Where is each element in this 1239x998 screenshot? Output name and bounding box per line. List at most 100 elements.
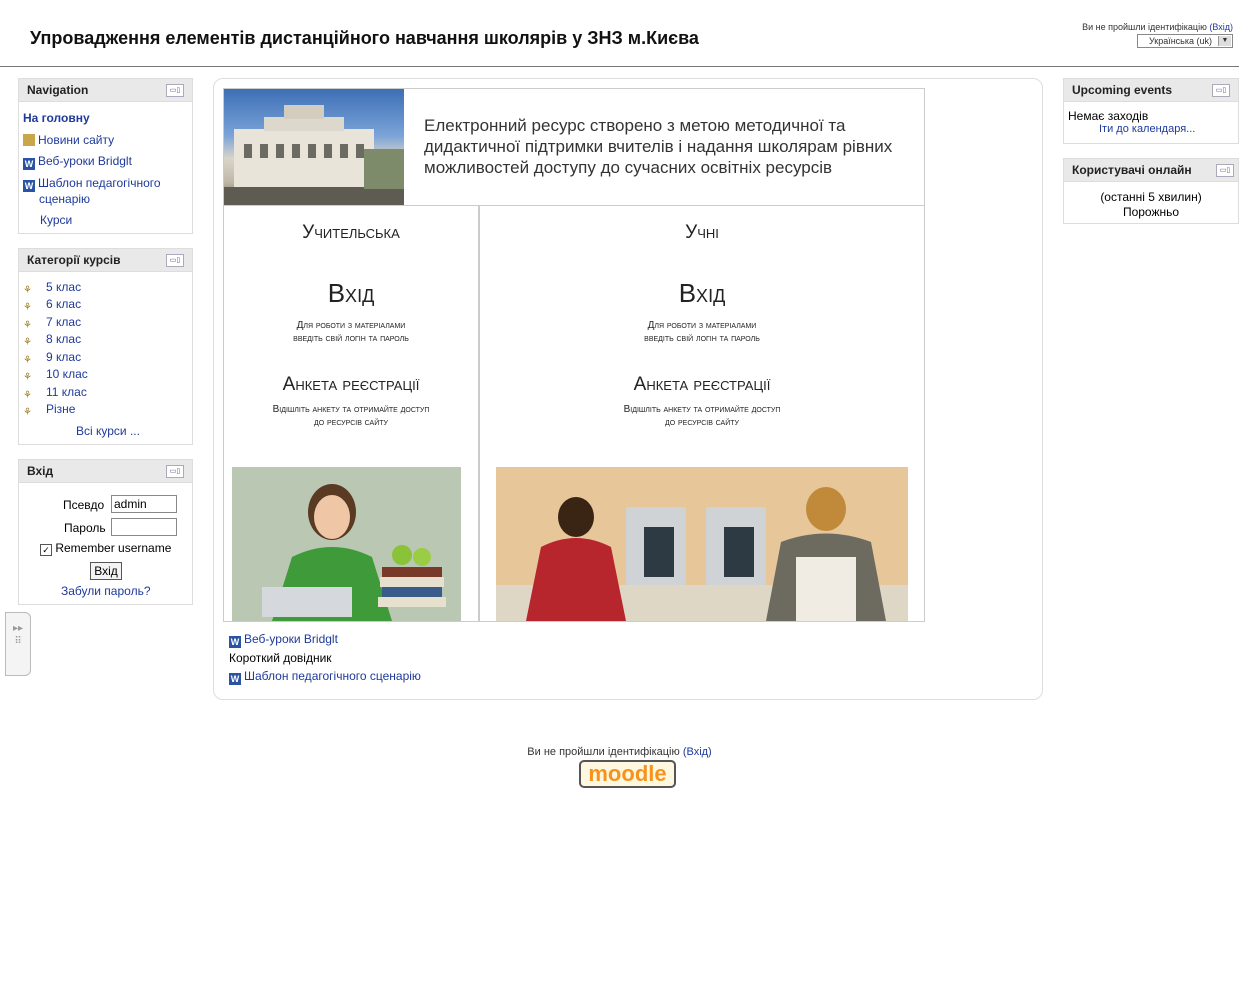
dock-panel[interactable]: ▸▸ ⠿ [5, 612, 31, 676]
teacher-login-link[interactable]: Вхід [224, 278, 478, 309]
teacher-title: Учительська [302, 222, 400, 243]
footer-status-text: Ви не пройшли ідентифікацію [527, 746, 680, 758]
online-period-text: (останні 5 хвилин) [1100, 190, 1202, 204]
forgot-password-link[interactable]: Забули пароль? [61, 584, 151, 598]
block-dock-icon[interactable]: ▭▯ [166, 254, 184, 267]
category-item[interactable]: ⚘ 9 клас [23, 350, 81, 367]
block-dock-icon[interactable]: ▭▯ [166, 465, 184, 478]
category-item[interactable]: ⚘ 7 клас [23, 315, 81, 332]
resource-link-label[interactable]: Веб-уроки Bridglt [244, 632, 338, 646]
dock-grip-icon: ⠿ [14, 636, 22, 647]
students-illustration [496, 467, 908, 621]
online-empty-text: Порожньо [1122, 205, 1180, 219]
category-item[interactable]: ⚘ 11 клас [23, 385, 87, 402]
all-courses-link[interactable]: Всі курси ... [76, 424, 140, 438]
navigation-block-header: Navigation ▭▯ [19, 79, 192, 102]
resource-link-label[interactable]: Шаблон педагогічного сценарію [244, 669, 421, 683]
header-login-link[interactable]: (Вхід) [1209, 22, 1233, 32]
category-link[interactable]: Різне [46, 402, 75, 416]
category-link[interactable]: 6 клас [46, 297, 81, 311]
category-icon: ⚘ [23, 390, 32, 401]
teacher-registration-link[interactable]: Анкета реєстрації [224, 374, 478, 396]
students-registration-link[interactable]: Анкета реєстрації [480, 374, 924, 396]
upcoming-events-block: Upcoming events ▭▯ Немає заходів Іти до … [1063, 78, 1239, 144]
students-column: Учні Вхід Для роботи з матеріалами введі… [479, 206, 925, 622]
nav-courses-link[interactable]: Курси [40, 213, 72, 227]
header-login-info: Ви не пройшли ідентифікацію (Вхід) [1082, 22, 1233, 32]
site-title: Упровадження елементів дистанційного нав… [30, 28, 699, 48]
categories-block-header: Категорії курсів ▭▯ [19, 249, 192, 272]
category-item[interactable]: ⚘ 8 клас [23, 332, 81, 349]
calendar-link[interactable]: Іти до календаря... [1099, 123, 1195, 135]
category-icon: ⚘ [23, 407, 32, 418]
login-button[interactable]: Вхід [90, 562, 122, 580]
nav-item-label[interactable]: Шаблон педагогічного [38, 176, 161, 190]
dock-expand-icon: ▸▸ [12, 623, 24, 634]
password-input[interactable] [111, 518, 177, 536]
category-item[interactable]: ⚘ 10 клас [23, 367, 88, 384]
teacher-illustration [232, 467, 461, 621]
category-icon: ⚘ [23, 355, 32, 366]
word-doc-icon: W [229, 673, 241, 685]
students-login-hint1: Для роботи з матеріалами [647, 320, 757, 331]
teacher-reg-hint1: Відішліть анкету та отримайте доступ [272, 404, 430, 415]
category-link[interactable]: 8 клас [46, 332, 81, 346]
nav-home-link[interactable]: На головну [23, 111, 90, 125]
navigation-block: Navigation ▭▯ На головну Новини сайту WВ… [18, 78, 193, 234]
category-icon: ⚘ [23, 337, 32, 348]
nav-item-news[interactable]: Новини сайту [23, 133, 114, 147]
word-doc-icon: W [23, 180, 35, 192]
students-title: Учні [685, 222, 719, 243]
remember-username-row[interactable]: ✓ Remember username [40, 541, 171, 556]
category-item[interactable]: ⚘ 5 клас [23, 280, 81, 297]
nav-item-template[interactable]: W Шаблон педагогічного сценарію [23, 176, 161, 207]
language-value: Українська (uk) [1148, 36, 1212, 46]
course-categories-block: Категорії курсів ▭▯ ⚘ 5 клас ⚘ 6 клас ⚘ 7 к… [18, 248, 193, 445]
footer-login-link[interactable]: (Вхід) [683, 746, 712, 758]
remember-checkbox[interactable]: ✓ [40, 544, 52, 556]
moodle-logo[interactable]: moodle [579, 760, 676, 788]
teacher-photo [232, 467, 461, 621]
no-events-text: Немає заходів [1068, 109, 1149, 123]
resource-short-guide: Короткий довідник [229, 651, 332, 665]
category-link[interactable]: 9 клас [46, 350, 81, 364]
footer-login-info: Ви не пройшли ідентифікацію (Вхід) [0, 746, 1239, 758]
login-block-header: Вхід ▭▯ [19, 460, 192, 483]
resource-link-webinars[interactable]: W Веб-уроки Bridglt [229, 632, 338, 648]
online-users-block: Користувачі онлайн ▭▯ (останні 5 хвилин)… [1063, 158, 1239, 224]
block-dock-icon[interactable]: ▭▯ [1216, 164, 1234, 177]
teacher-login-hint1: Для роботи з матеріалами [296, 320, 406, 331]
events-title: Upcoming events [1072, 83, 1173, 97]
word-doc-icon: W [229, 636, 241, 648]
category-link[interactable]: 5 клас [46, 280, 81, 294]
students-login-link[interactable]: Вхід [480, 278, 924, 309]
nav-item-label[interactable]: Веб-уроки Bridglt [38, 154, 132, 168]
navigation-title: Navigation [27, 83, 89, 97]
category-item[interactable]: ⚘ Різне [23, 402, 75, 419]
login-title: Вхід [27, 464, 54, 478]
nav-item-label[interactable]: Новини сайту [38, 133, 114, 147]
category-icon: ⚘ [23, 372, 32, 383]
language-select[interactable]: Українська (uk) ▼ [1137, 34, 1233, 48]
category-link[interactable]: 7 клас [46, 315, 81, 329]
main-banner: Електронний ресурс створено з метою мето… [223, 88, 925, 206]
students-reg-hint1: Відішліть анкету та отримайте доступ [623, 404, 781, 415]
login-block: Вхід ▭▯ Псевдо Пароль ✓ Remember usernam… [18, 459, 193, 605]
nav-item-webinars[interactable]: W Веб-уроки Bridglt [23, 154, 132, 170]
teacher-login-hint2: введіть свій логін та пароль [293, 333, 409, 344]
category-icon: ⚘ [23, 285, 32, 296]
category-item[interactable]: ⚘ 6 клас [23, 297, 81, 314]
login-status-text: Ви не пройшли ідентифікацію [1082, 22, 1207, 32]
category-icon: ⚘ [23, 320, 32, 331]
students-login-hint2: введіть свій логін та пароль [644, 333, 760, 344]
resource-link-template[interactable]: W Шаблон педагогічного сценарію [229, 669, 421, 685]
teacher-column: Учительська Вхід Для роботи з матеріалам… [223, 206, 479, 622]
block-dock-icon[interactable]: ▭▯ [166, 84, 184, 97]
students-photo [496, 467, 908, 621]
username-label: Псевдо [63, 498, 105, 512]
nav-item-label-cont[interactable]: сценарію [39, 192, 90, 206]
block-dock-icon[interactable]: ▭▯ [1212, 84, 1230, 97]
category-link[interactable]: 11 клас [46, 385, 87, 399]
username-input[interactable] [111, 495, 177, 513]
category-link[interactable]: 10 клас [46, 367, 88, 381]
